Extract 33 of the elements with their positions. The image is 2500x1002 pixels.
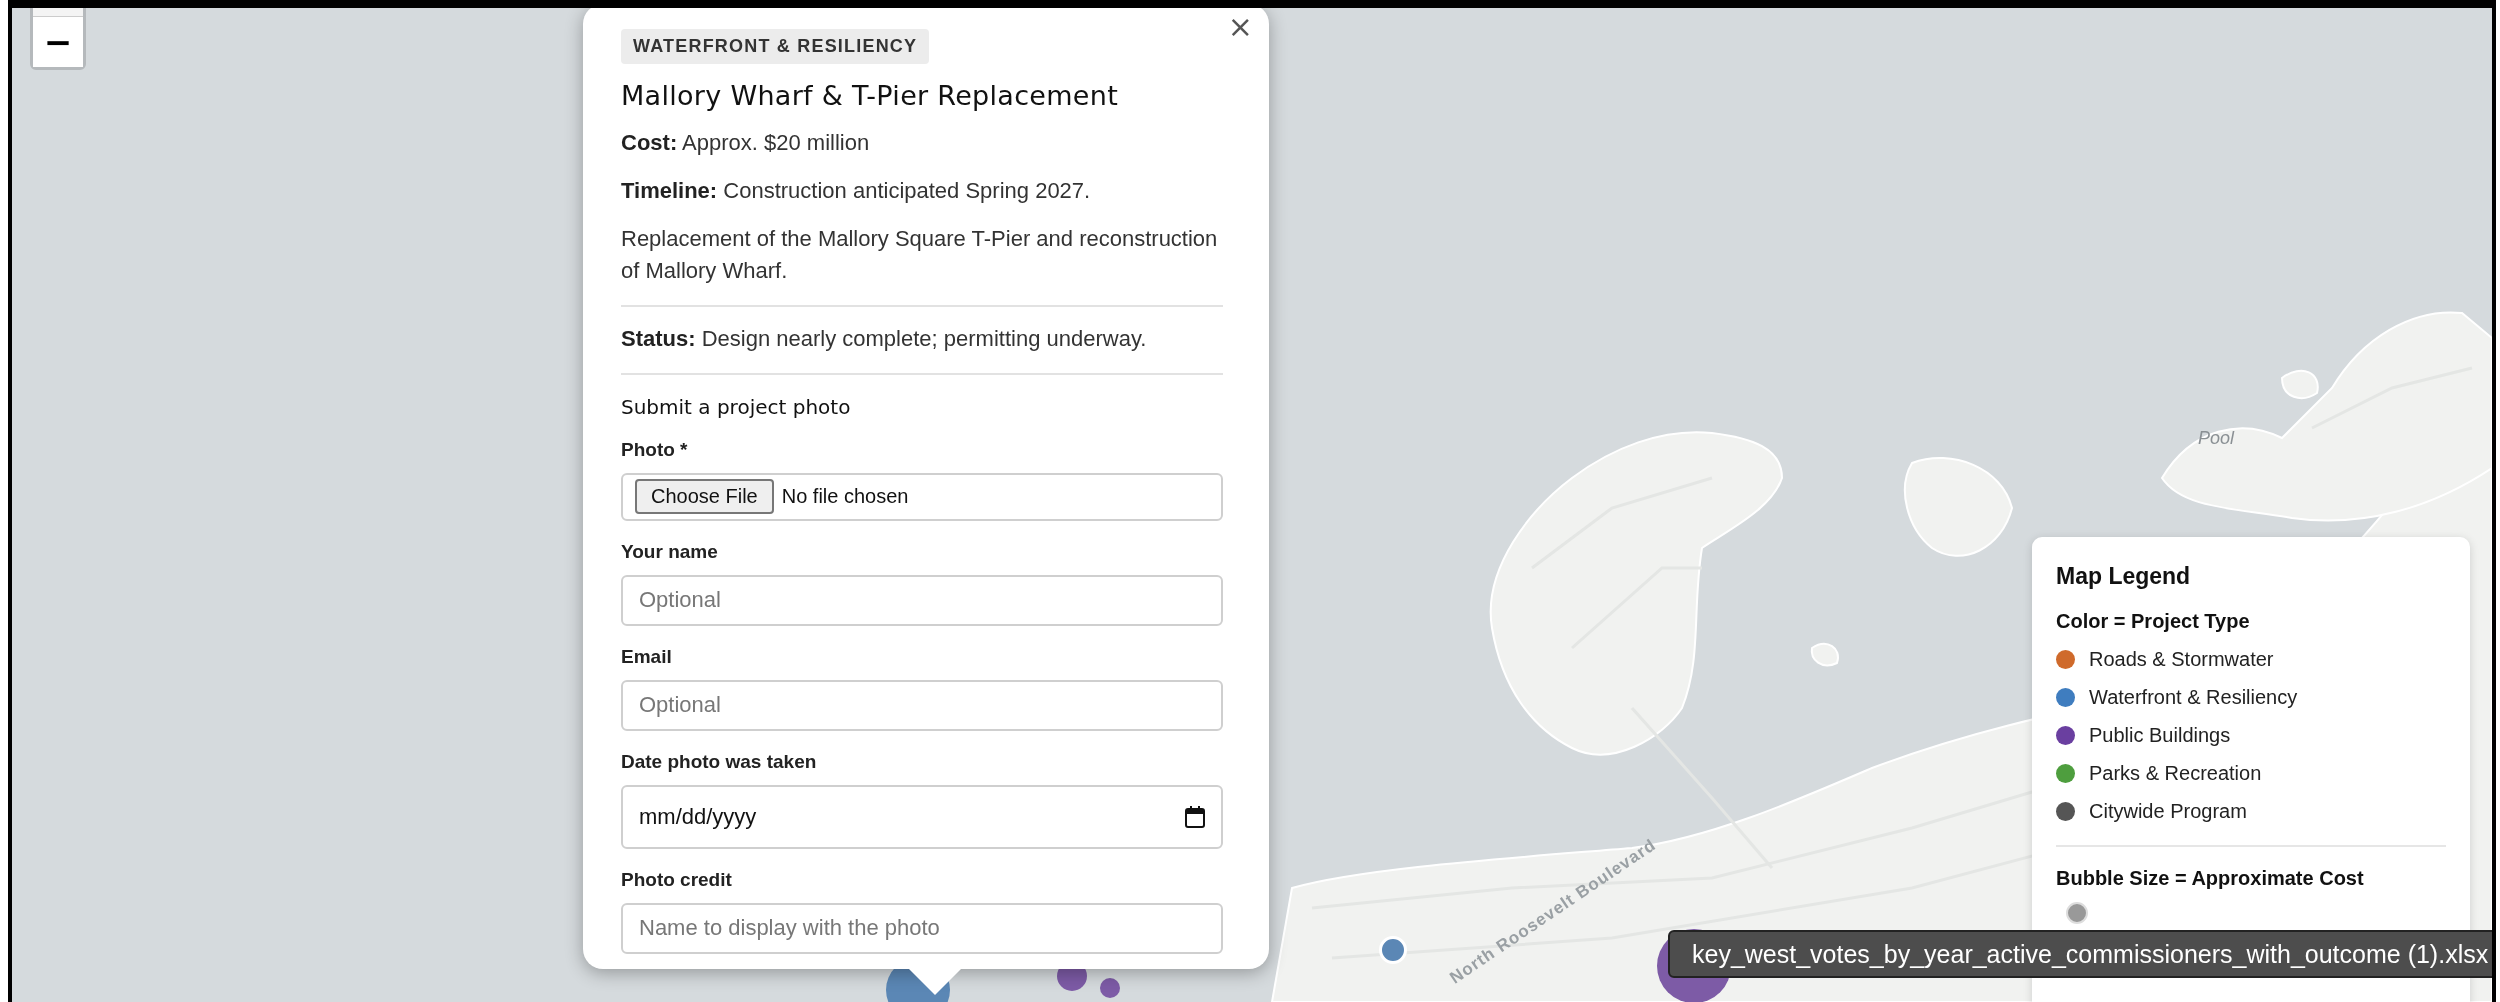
field-label: Photo credit bbox=[621, 868, 733, 891]
text-field[interactable]: Optional bbox=[621, 574, 1223, 626]
status-text: Status: Design nearly complete; permitting underway. bbox=[621, 326, 1147, 351]
size-circle-icon bbox=[2066, 902, 2088, 924]
legend-label: Public Buildings bbox=[2089, 724, 2231, 747]
text-field[interactable]: Optional bbox=[621, 679, 1223, 731]
map-bubble[interactable] bbox=[1100, 978, 1120, 998]
legend-heading: Bubble Size = Approximate Cost bbox=[2056, 867, 2365, 890]
text-field[interactable]: Name to display with the photo bbox=[621, 902, 1223, 954]
legend-title: Map Legend bbox=[2056, 563, 2192, 590]
detail-text: Replacement of the Mallory Square T-Pier and reconstruction of Mallory Wharf. bbox=[621, 226, 1218, 283]
place-label: Pool bbox=[2198, 428, 2235, 449]
legend-label: Citywide Program bbox=[2089, 800, 2247, 823]
legend-label: Parks & Recreation bbox=[2089, 762, 2262, 785]
choose-file-button[interactable]: Choose File bbox=[635, 479, 774, 515]
calendar-icon[interactable] bbox=[1185, 805, 1205, 828]
field-label: Date photo was taken bbox=[621, 750, 818, 773]
form-heading: Submit a project photo bbox=[621, 395, 852, 419]
file-field[interactable]: Choose File No file chosen bbox=[621, 473, 1223, 521]
detail-text: Timeline: Construction anticipated Spring 2027. bbox=[621, 178, 1091, 203]
field-label: Photo * bbox=[621, 439, 689, 461]
file-status-text: No file chosen bbox=[781, 485, 909, 509]
legend-label: Roads & Stormwater bbox=[2089, 648, 2274, 671]
date-field[interactable]: mm/dd/yyyy bbox=[621, 784, 1223, 849]
category-tag: WATERFRONT & RESILIENCY bbox=[621, 29, 930, 64]
field-label: Email bbox=[621, 645, 673, 668]
close-button[interactable]: × bbox=[1221, 10, 1259, 44]
legend-heading: Color = Project Type bbox=[2056, 610, 2251, 633]
detail-text: Cost: Approx. $20 million bbox=[621, 130, 870, 155]
legend-label: Waterfront & Resiliency bbox=[2089, 686, 2298, 709]
project-title: Mallory Wharf & T-Pier Replacement bbox=[621, 80, 1120, 111]
file-tooltip: key_west_votes_by_year_active_commissioners_with_outcome (1).xlsx bbox=[1668, 930, 2492, 978]
field-label: Your name bbox=[621, 540, 719, 563]
